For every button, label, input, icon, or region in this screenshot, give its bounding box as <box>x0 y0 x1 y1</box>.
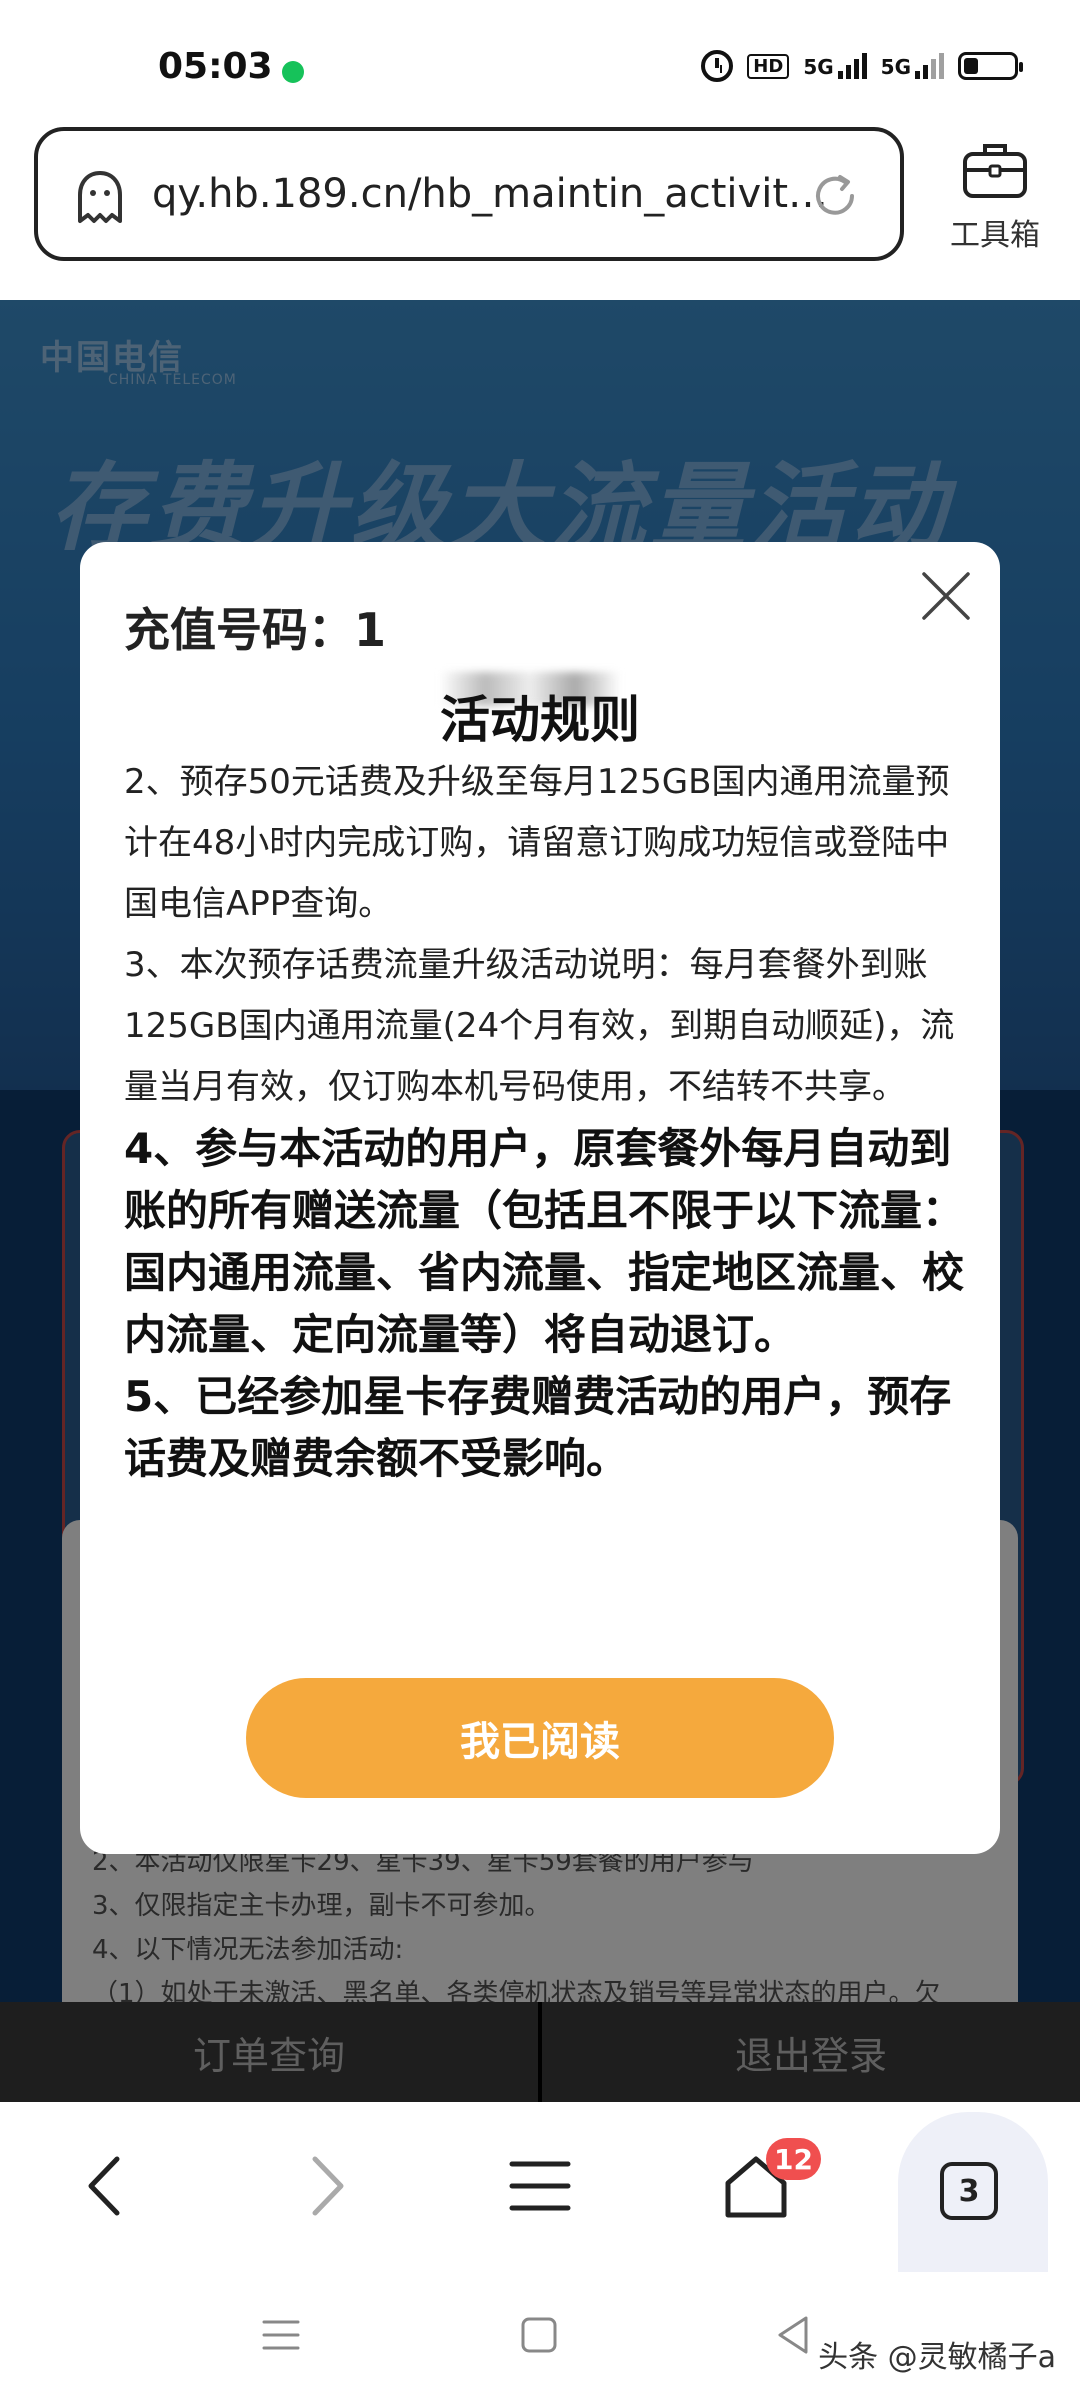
watermark: 头条 @灵敏橘子a <box>818 2340 1056 2375</box>
close-icon[interactable] <box>916 566 976 626</box>
ghost-icon <box>78 171 122 223</box>
address-bar[interactable]: qy.hb.189.cn/hb_maintin_activit… <box>34 127 904 261</box>
rule-item-bold: 4、参与本活动的用户，原套餐外每月自动到账的所有赠送流量（包括且不限于以下流量：… <box>124 1124 965 1359</box>
toolbox-button[interactable]: 工具箱 <box>940 138 1050 258</box>
status-icons: HD 5G 5G <box>701 50 1023 82</box>
menu-icon <box>509 2161 571 2211</box>
signal-bars-icon <box>915 53 944 79</box>
chevron-right-icon <box>312 2156 344 2216</box>
browser-toolbar: 12 3 <box>0 2102 1080 2272</box>
network-type-2: 5G <box>880 55 911 79</box>
toolbox-icon <box>963 144 1027 198</box>
battery-icon <box>958 52 1023 80</box>
rule-item: 3、本次预存话费流量升级活动说明：每月套餐外到账125GB国内通用流量(24个月… <box>124 945 955 1107</box>
signal-bars-icon <box>837 53 867 79</box>
home-square-icon[interactable] <box>514 2310 564 2360</box>
notification-dot-icon <box>282 61 304 83</box>
url-text[interactable]: qy.hb.189.cn/hb_maintin_activit… <box>152 171 828 217</box>
signal-icon-1: 5G <box>803 53 867 79</box>
tabs-button-area[interactable]: 3 <box>898 2112 1048 2272</box>
system-nav-bar: 头条 @灵敏橘子a <box>0 2272 1080 2400</box>
rules-list: 2、预存50元话费及升级至每月125GB国内通用流量预计在48小时内完成订购，请… <box>124 752 974 1490</box>
back-triangle-icon[interactable] <box>770 2310 820 2360</box>
chevron-left-icon <box>88 2156 120 2216</box>
toolbox-label: 工具箱 <box>950 218 1040 253</box>
signal-icon-2: 5G <box>881 53 944 79</box>
confirm-read-button[interactable]: 我已阅读 <box>246 1678 834 1798</box>
home-badge: 12 <box>766 2138 821 2180</box>
menu-button[interactable] <box>500 2146 580 2226</box>
forward-button[interactable] <box>286 2146 366 2226</box>
modal-title: 活动规则 <box>440 691 640 749</box>
rule-item: 2、预存50元话费及升级至每月125GB国内通用流量预计在48小时内完成订购，请… <box>124 762 950 924</box>
rules-modal: 充值号码：1 活动规则 2、预存50元话费及升级至每月125GB国内通用流量预计… <box>80 542 1000 1854</box>
rule-item-bold: 5、已经参加星卡存费赠费活动的用户，预存话费及赠费余额不受影响。 <box>124 1372 952 1483</box>
reload-icon[interactable] <box>808 169 862 223</box>
status-bar: 05:03 HD 5G 5G <box>0 0 1080 120</box>
recent-apps-icon[interactable] <box>256 2310 306 2360</box>
hd-voice-icon: HD <box>747 53 790 79</box>
alarm-icon <box>701 50 734 82</box>
status-time: 05:03 <box>158 46 273 87</box>
tabs-count-button[interactable]: 3 <box>940 2162 998 2220</box>
recharge-number-label: 充值号码：1 <box>124 603 387 657</box>
back-button[interactable] <box>66 2146 146 2226</box>
network-type-1: 5G <box>803 55 834 79</box>
